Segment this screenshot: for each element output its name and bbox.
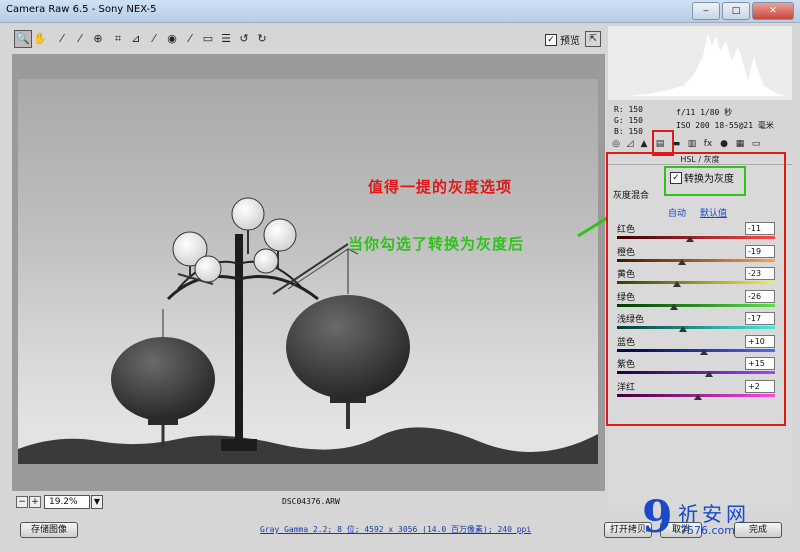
annotation-green: 当你勾选了转换为灰度后: [348, 235, 525, 253]
window-title: Camera Raw 6.5 - Sony NEX-5: [6, 4, 157, 15]
workflow-options-link[interactable]: Gray Gamma 2.2; 8 位; 4592 x 3056 (14.0 百…: [260, 524, 531, 535]
preview-checkbox[interactable]: ✓ 预览: [545, 32, 580, 47]
slider-thumb[interactable]: [669, 303, 678, 310]
rotate-cw-icon[interactable]: ↻: [254, 31, 270, 47]
slider-value-field[interactable]: -23: [745, 267, 775, 280]
graduated-filter-icon[interactable]: ▭: [200, 31, 216, 47]
save-image-button[interactable]: 存储图像: [20, 522, 78, 538]
tone-curve-tab-icon[interactable]: ◿: [624, 138, 636, 150]
slider-thumb[interactable]: [673, 281, 682, 287]
lantern-photo: [18, 197, 598, 464]
slider-label: 绿色: [617, 292, 636, 303]
slider-value-field[interactable]: -19: [745, 244, 775, 258]
zoom-dropdown-icon[interactable]: ▼: [91, 495, 103, 509]
exif-aperture-shutter: f/11 1/80 秒: [676, 108, 733, 117]
hand-icon[interactable]: ✋: [32, 31, 48, 47]
image-canvas: [12, 54, 605, 491]
slider-value-field[interactable]: -17: [745, 312, 775, 325]
slider-value-field[interactable]: -26: [745, 289, 775, 303]
zoom-level-field[interactable]: 19.2%: [44, 495, 90, 509]
annotation-red: 值得一提的灰度选项: [368, 178, 513, 196]
presets-tab-icon[interactable]: ▦: [734, 138, 746, 150]
fullscreen-icon[interactable]: ⇱: [585, 31, 601, 47]
convert-label: 转换为灰度: [684, 174, 734, 185]
file-name: DSC04376.ARW: [282, 497, 340, 506]
slider-track[interactable]: [617, 303, 775, 307]
minimize-icon[interactable]: ‒: [692, 2, 720, 20]
window-controls: ‒ □ ✕: [692, 2, 794, 20]
slider-track[interactable]: [617, 348, 775, 352]
slider-label: 紫色: [617, 360, 636, 370]
slider-label: 橙色: [617, 247, 636, 258]
white-balance-icon[interactable]: ⁄: [54, 31, 70, 47]
slider-thumb[interactable]: [693, 393, 702, 400]
slider-track[interactable]: [617, 236, 775, 239]
close-icon[interactable]: ✕: [752, 2, 794, 20]
slider-track[interactable]: [617, 258, 775, 262]
slider-track[interactable]: [617, 281, 775, 284]
slider-label: 浅绿色: [617, 315, 645, 325]
target-adjust-icon[interactable]: ⊕: [90, 31, 106, 47]
convert-to-grayscale-checkbox[interactable]: ✓ 转换为灰度: [670, 170, 734, 185]
convert-checkbox-box[interactable]: ✓: [670, 171, 682, 184]
slider-thumb[interactable]: [704, 371, 713, 377]
spot-removal-icon[interactable]: ⁄: [146, 31, 162, 47]
exif-iso-lens: ISO 200 18-55@21 毫米: [676, 121, 774, 130]
histogram-graph: [628, 34, 788, 96]
site-watermark: 9 祈安网 7576.com: [642, 492, 792, 544]
basic-tab-icon[interactable]: ◎: [610, 138, 622, 150]
red-eye-icon[interactable]: ◉: [164, 31, 180, 47]
slider-value-field[interactable]: +15: [745, 357, 775, 370]
g-value: G: 150: [614, 116, 643, 125]
adjustment-brush-icon[interactable]: ⁄: [182, 31, 198, 47]
crop-icon[interactable]: ⌗: [110, 31, 126, 47]
slider-thumb[interactable]: [685, 236, 694, 242]
lens-tab-icon[interactable]: ▥: [686, 138, 698, 150]
r-value: R: 150: [614, 105, 643, 114]
rotate-ccw-icon[interactable]: ↺: [236, 31, 252, 47]
slider-label: 黄色: [617, 270, 636, 280]
maximize-icon[interactable]: □: [722, 2, 750, 20]
camera-calibration-tab-icon[interactable]: ●: [718, 138, 730, 150]
slider-value-field[interactable]: +10: [745, 334, 775, 348]
slider-thumb[interactable]: [677, 258, 686, 265]
watermark-text: 祈安网: [678, 502, 750, 526]
b-value: B: 150: [614, 127, 643, 136]
zoom-icon[interactable]: 🔍: [14, 30, 32, 48]
title-bar: Camera Raw 6.5 - Sony NEX-5 ‒ □ ✕: [0, 0, 800, 23]
slider-value-field[interactable]: +2: [745, 379, 775, 393]
histogram: [608, 26, 792, 100]
slider-thumb[interactable]: [679, 326, 688, 332]
panel-tabs: ◎ ◿ ▲ ▤ ▬ ▥ fx ● ▦ ▭: [608, 138, 792, 152]
slider-thumb[interactable]: [699, 348, 708, 355]
rgb-readout: R: 150 G: 150 B: 150: [614, 104, 643, 137]
default-link[interactable]: 默认值: [700, 206, 727, 219]
camera-raw-window: Camera Raw 6.5 - Sony NEX-5 ‒ □ ✕ 🔍 ✋ ⁄ …: [0, 0, 800, 552]
preferences-icon[interactable]: ☰: [218, 31, 234, 47]
slider-value-field[interactable]: -11: [745, 222, 775, 235]
color-sampler-icon[interactable]: ⁄: [72, 31, 88, 47]
detail-tab-icon[interactable]: ▲: [638, 138, 650, 150]
preview-checkbox-box[interactable]: ✓: [545, 33, 557, 46]
slider-track[interactable]: [617, 326, 775, 329]
slider-label: 洋红: [617, 382, 636, 393]
snapshots-tab-icon[interactable]: ▭: [750, 138, 762, 150]
mix-links: 自动 默认值: [668, 206, 727, 219]
preview-label: 预览: [560, 36, 580, 47]
watermark-url: 7576.com: [680, 524, 735, 537]
straighten-icon[interactable]: ⊿: [128, 31, 144, 47]
zoom-in-icon[interactable]: +: [29, 496, 41, 508]
slider-track[interactable]: [617, 371, 775, 374]
zoom-out-icon[interactable]: −: [16, 496, 28, 508]
grayscale-mix-label: 灰度混合: [613, 191, 650, 201]
toolbar: 🔍 ✋ ⁄ ⁄ ⊕ ⌗ ⊿ ⁄ ◉ ⁄ ▭ ☰ ↺ ↻ ✓ 预览 ⇱: [12, 28, 604, 50]
watermark-number: 9: [642, 492, 673, 543]
photo-preview[interactable]: [18, 79, 598, 464]
auto-link[interactable]: 自动: [668, 206, 686, 219]
canvas-bottom-bar: − + 19.2% ▼ DSC04376.ARW: [12, 494, 605, 510]
fx-tab-icon[interactable]: fx: [702, 138, 714, 150]
slider-label: 蓝色: [617, 337, 636, 348]
exif-info: f/11 1/80 秒 ISO 200 18-55@21 毫米: [676, 106, 774, 132]
slider-label: 红色: [617, 225, 636, 235]
